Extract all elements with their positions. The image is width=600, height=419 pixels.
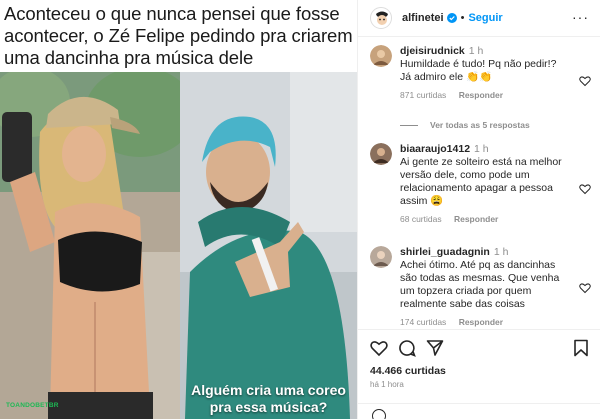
post-headline: Aconteceu o que nunca pensei que fosse a… <box>0 0 357 72</box>
comment-username[interactable]: shirlei_guadagnin <box>400 246 490 258</box>
comment-time: 1 h <box>493 246 509 258</box>
heart-icon[interactable] <box>579 183 591 195</box>
reply-button[interactable]: Responder <box>454 214 498 224</box>
like-heart-icon[interactable] <box>370 339 388 357</box>
view-replies-link[interactable]: Ver todas as 5 respostas <box>400 120 530 130</box>
watermark-logo: TOANDOBETBR <box>6 402 59 409</box>
more-options-icon[interactable]: ··· <box>572 10 589 24</box>
comment-avatar[interactable] <box>370 45 392 67</box>
author-username[interactable]: alfinetei <box>402 12 444 24</box>
posted-time: há 1 hora <box>370 380 404 389</box>
comment-username[interactable]: djeisirudnick <box>400 45 465 57</box>
post-media[interactable]: Aconteceu o que nunca pensei que fosse a… <box>0 0 357 419</box>
add-comment-bar <box>358 403 600 419</box>
photo-woman-selfie <box>0 72 180 419</box>
comment-text: Achei ótimo. Até pq as dancinhas são tod… <box>400 259 560 310</box>
reply-button[interactable]: Responder <box>459 317 503 327</box>
action-bar <box>370 339 589 359</box>
separator-dot: • <box>460 12 465 24</box>
comment-avatar[interactable] <box>370 143 392 165</box>
heart-icon[interactable] <box>579 75 591 87</box>
comment-text: Humildade é tudo! Pq não pedir!? Já admi… <box>400 58 557 83</box>
verified-badge-icon <box>446 13 457 23</box>
comments-list: djeisirudnick 1 h Humildade é tudo! Pq nã… <box>358 37 600 329</box>
comment-likes[interactable]: 68 curtidas <box>400 214 442 224</box>
comment-likes[interactable]: 174 curtidas <box>400 317 446 327</box>
heart-icon[interactable] <box>579 282 591 294</box>
comment-bubble-icon[interactable] <box>398 339 416 357</box>
comment-time: 1 h <box>468 45 484 57</box>
author-avatar[interactable] <box>370 7 392 29</box>
emoji-icon[interactable] <box>372 409 386 419</box>
comment-text: Ai gente ze solteiro está na melhor vers… <box>400 156 562 207</box>
save-bookmark-icon[interactable] <box>573 339 589 357</box>
follow-button[interactable]: Seguir <box>468 12 502 24</box>
comments-panel: alfinetei • Seguir ··· djeisirudnick 1 h … <box>357 0 600 419</box>
comment-avatar[interactable] <box>370 246 392 268</box>
comment-username[interactable]: biaaraujo1412 <box>400 143 470 155</box>
video-caption: Alguém cria uma coreo pra essa música? <box>191 382 346 415</box>
comment-likes[interactable]: 871 curtidas <box>400 90 446 100</box>
photo-man-pointing <box>180 72 357 419</box>
post-header: alfinetei • Seguir ··· <box>358 0 600 37</box>
share-send-icon[interactable] <box>426 339 444 357</box>
divider-line <box>400 125 418 127</box>
comment-time: 1 h <box>474 143 489 155</box>
reply-button[interactable]: Responder <box>459 90 503 100</box>
post-actions: 44.466 curtidas há 1 hora <box>358 329 600 419</box>
likes-count[interactable]: 44.466 curtidas <box>370 365 446 377</box>
